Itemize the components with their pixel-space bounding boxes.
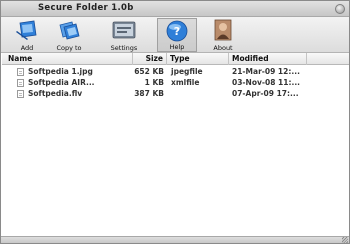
file-type: xmlfile xyxy=(171,78,200,87)
column-header-modified[interactable]: Modified xyxy=(229,53,307,65)
file-icon xyxy=(17,90,24,98)
help-icon: ? xyxy=(166,20,188,42)
file-size: 1 KB xyxy=(144,78,164,87)
file-modified: 07-Apr-09 17:... xyxy=(232,89,299,98)
file-icon xyxy=(17,68,24,76)
column-header-size[interactable]: Size xyxy=(133,53,167,65)
window-title: Secure Folder 1.0b xyxy=(38,3,134,13)
title-bar[interactable]: Secure Folder 1.0b xyxy=(1,1,349,17)
copy-files-icon xyxy=(59,21,80,40)
file-name: Softpedia.flv xyxy=(28,89,83,98)
settings-icon xyxy=(112,21,136,39)
file-type: jpegfile xyxy=(171,67,203,76)
file-list-header: Name Size Type Modified xyxy=(2,53,349,65)
copy-to-button[interactable]: Copy to xyxy=(49,18,89,52)
app-window: Secure Folder 1.0b Add Copy to Settings … xyxy=(0,0,350,244)
file-row[interactable]: Softpedia.flv 387 KB 07-Apr-09 17:... xyxy=(2,88,349,99)
resize-grip-icon[interactable] xyxy=(342,237,348,243)
column-header-type[interactable]: Type xyxy=(167,53,229,65)
add-file-icon xyxy=(16,20,37,40)
about-icon xyxy=(214,19,232,41)
about-button[interactable]: About xyxy=(203,18,243,52)
svg-text:?: ? xyxy=(174,25,180,38)
help-button[interactable]: ? Help xyxy=(157,18,197,52)
about-label: About xyxy=(213,44,233,52)
file-list: Softpedia 1.jpg 652 KB jpegfile 21-Mar-0… xyxy=(2,66,349,99)
file-name: Softpedia 1.jpg xyxy=(28,67,93,76)
file-modified: 03-Nov-08 11:... xyxy=(232,78,301,87)
file-row[interactable]: Softpedia AIR... 1 KB xmlfile 03-Nov-08 … xyxy=(2,77,349,88)
add-label: Add xyxy=(20,44,34,52)
help-label: Help xyxy=(169,43,185,51)
file-icon xyxy=(17,79,24,87)
file-size: 387 KB xyxy=(134,89,164,98)
copy-to-label: Copy to xyxy=(56,44,82,52)
add-button[interactable]: Add xyxy=(7,18,47,52)
file-row[interactable]: Softpedia 1.jpg 652 KB jpegfile 21-Mar-0… xyxy=(2,66,349,77)
settings-label: Settings xyxy=(110,44,138,52)
file-name: Softpedia AIR... xyxy=(28,78,95,87)
column-header-name[interactable]: Name xyxy=(2,53,133,65)
close-icon[interactable] xyxy=(335,4,345,14)
status-bar xyxy=(1,236,349,243)
file-size: 652 KB xyxy=(134,67,164,76)
file-modified: 21-Mar-09 12:... xyxy=(232,67,300,76)
settings-button[interactable]: Settings xyxy=(104,18,144,52)
toolbar: Add Copy to Settings ? Help About xyxy=(1,17,349,53)
